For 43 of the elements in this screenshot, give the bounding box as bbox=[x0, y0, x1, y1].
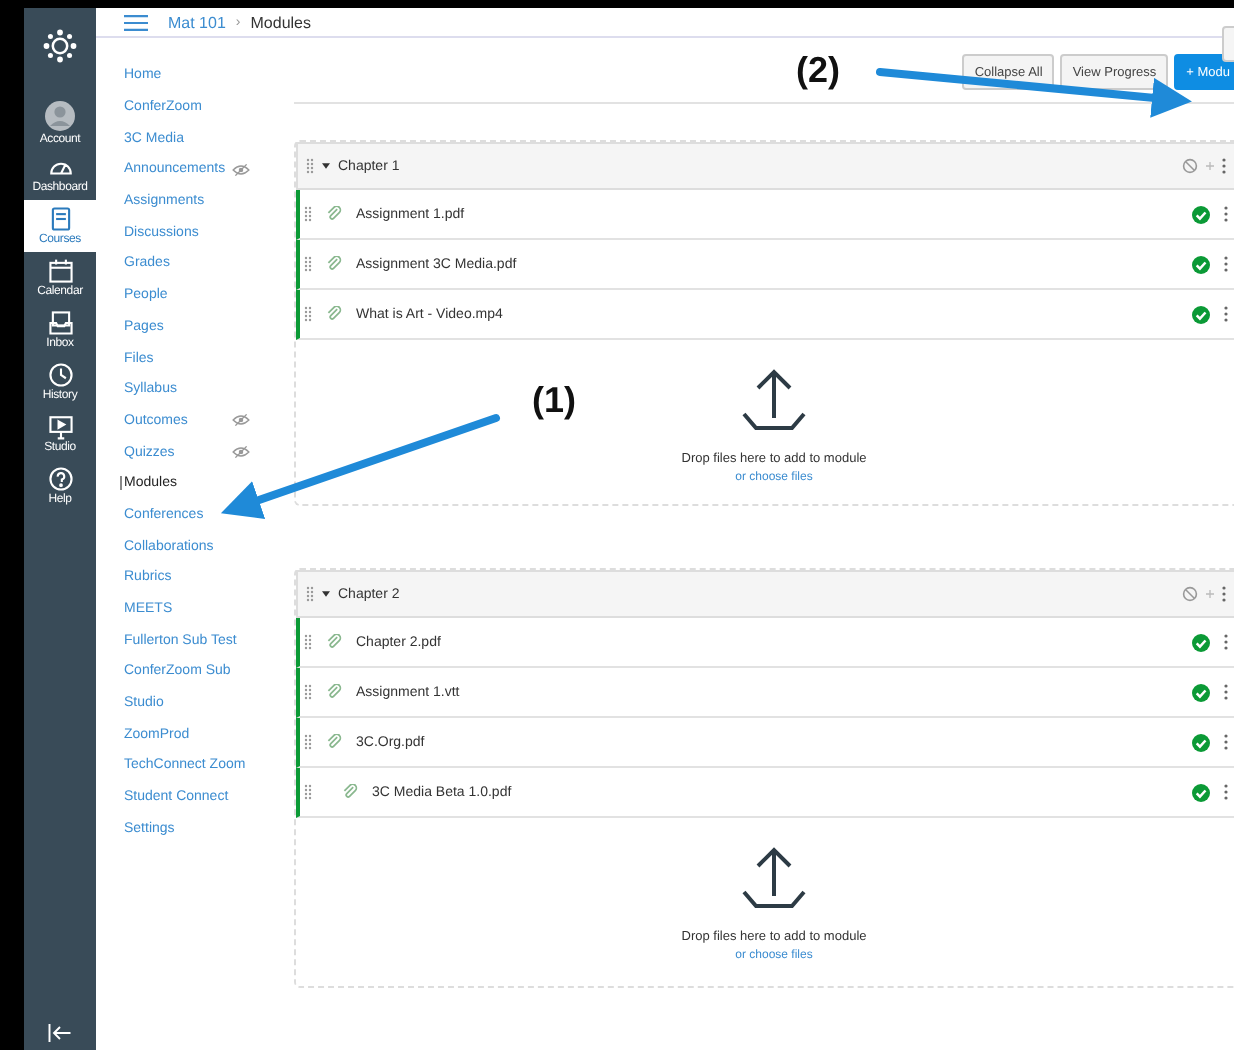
drag-handle-icon[interactable] bbox=[304, 634, 312, 650]
published-check-icon[interactable] bbox=[1192, 633, 1210, 651]
drag-handle-icon[interactable] bbox=[306, 586, 314, 602]
published-check-icon[interactable] bbox=[1192, 255, 1210, 273]
paperclip-icon bbox=[326, 306, 342, 322]
inbox-icon bbox=[47, 310, 73, 336]
drag-handle-icon[interactable] bbox=[304, 206, 312, 222]
caret-icon[interactable] bbox=[322, 590, 330, 598]
drag-handle-icon[interactable] bbox=[306, 158, 314, 174]
published-check-icon[interactable] bbox=[1192, 783, 1210, 801]
upload-icon bbox=[738, 844, 810, 912]
help-icon bbox=[47, 466, 73, 492]
drag-handle-icon[interactable] bbox=[304, 684, 312, 700]
collapse-nav-icon[interactable] bbox=[48, 1024, 72, 1042]
paperclip-icon bbox=[326, 734, 342, 750]
monitor-icon bbox=[47, 414, 73, 440]
paperclip-icon bbox=[326, 684, 342, 700]
breadcrumb-current: Modules bbox=[250, 13, 311, 31]
published-check-icon[interactable] bbox=[1192, 733, 1210, 751]
published-check-icon[interactable] bbox=[1192, 305, 1210, 323]
published-check-icon[interactable] bbox=[1192, 205, 1210, 223]
unpublished-icon[interactable] bbox=[1182, 586, 1198, 602]
clock-icon bbox=[47, 362, 73, 388]
drag-handle-icon[interactable] bbox=[304, 784, 312, 800]
calendar-icon bbox=[47, 258, 73, 284]
caret-icon[interactable] bbox=[322, 162, 330, 170]
avatar-icon bbox=[44, 99, 76, 131]
drag-handle-icon[interactable] bbox=[304, 256, 312, 272]
drag-handle-icon[interactable] bbox=[304, 734, 312, 750]
annotation-label: (1) bbox=[532, 380, 576, 422]
breadcrumb-link[interactable]: Mat 101 bbox=[168, 13, 226, 31]
annotation-label: (2) bbox=[796, 50, 840, 92]
paperclip-icon bbox=[326, 634, 342, 650]
paperclip-icon bbox=[326, 206, 342, 222]
published-check-icon[interactable] bbox=[1192, 683, 1210, 701]
unpublished-icon[interactable] bbox=[1182, 158, 1198, 174]
logo-icon[interactable] bbox=[42, 28, 78, 64]
book-icon bbox=[47, 206, 73, 232]
upload-icon bbox=[738, 366, 810, 434]
paperclip-icon bbox=[326, 256, 342, 272]
paperclip-icon bbox=[342, 784, 358, 800]
menu-icon[interactable] bbox=[124, 13, 148, 31]
drag-handle-icon[interactable] bbox=[304, 306, 312, 322]
